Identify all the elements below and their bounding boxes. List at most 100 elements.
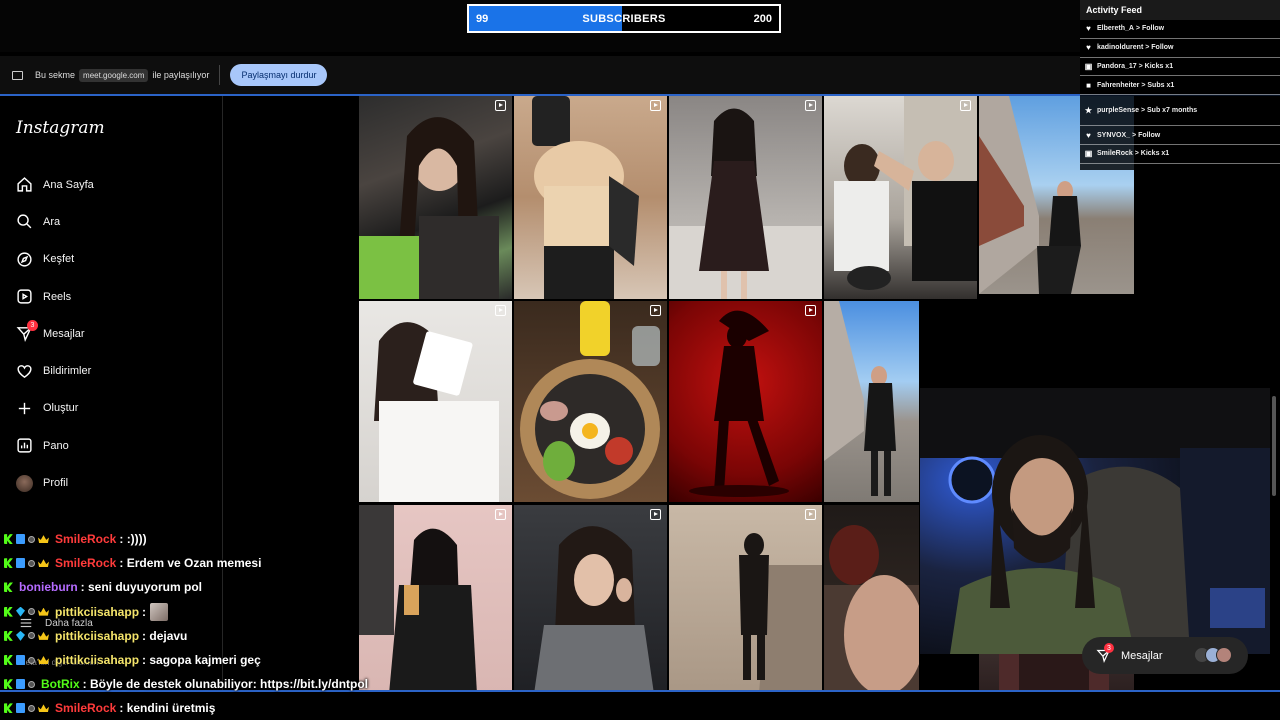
reels-icon <box>17 289 32 304</box>
post-image <box>824 301 896 496</box>
scrollbar-thumb[interactable] <box>1272 396 1276 496</box>
moderator-badge-icon <box>28 704 35 712</box>
sidebar-item-label: Oluştur <box>43 402 79 415</box>
moderator-badge-icon <box>28 608 35 616</box>
post-tile[interactable] <box>514 505 667 690</box>
chat-username[interactable]: pittikciisahapp <box>55 605 139 619</box>
sidebar-item-profile[interactable]: Profil <box>3 464 223 501</box>
activity-arrow: > <box>1130 131 1139 139</box>
chat-username[interactable]: pittikciisahapp <box>55 653 139 667</box>
messages-floating-button[interactable]: 3 Mesajlar <box>1082 637 1248 674</box>
sidebar-item-dashboard[interactable]: Pano <box>3 427 223 464</box>
chat-message: SmileRock: kendini üretmiş <box>0 696 460 720</box>
reel-icon <box>650 100 661 111</box>
activity-action: Kicks x1 <box>1144 62 1174 70</box>
kick-icon: ▣ <box>1084 61 1093 71</box>
post-tile[interactable] <box>359 96 512 299</box>
screen-share-icon <box>12 70 23 80</box>
sidebar-item-search[interactable]: Ara <box>3 203 223 240</box>
post-image <box>359 117 499 299</box>
kick-badge-icon <box>4 703 13 714</box>
sidebar-item-label: Pano <box>43 439 69 452</box>
sidebar-item-label: Ara <box>43 215 61 228</box>
post-tile[interactable] <box>669 96 822 299</box>
crown-badge-icon <box>38 607 49 616</box>
activity-feed-title: Activity Feed <box>1080 0 1280 20</box>
activity-action: Follow <box>1138 131 1161 139</box>
chat-message: pittikciisahapp: <box>0 600 460 624</box>
star-icon: ★ <box>1084 105 1093 115</box>
heart-icon <box>17 364 32 378</box>
page-scrollbar[interactable] <box>1271 96 1277 690</box>
instagram-logo[interactable]: Instagram <box>16 118 105 138</box>
activity-arrow: > <box>1139 81 1148 89</box>
reel-icon <box>650 509 661 520</box>
subscriber-current: 99 <box>476 12 489 25</box>
sidebar-item-create[interactable]: Oluştur <box>3 390 223 427</box>
activity-user: kadinoldurent <box>1097 44 1144 52</box>
sidebar-item-label: Keşfet <box>43 253 75 266</box>
post-tile[interactable] <box>824 96 977 299</box>
verified-badge-icon <box>16 558 25 569</box>
crown-badge-icon <box>38 631 49 640</box>
chat-message: SmileRock: Erdem ve Ozan memesi <box>0 551 460 575</box>
verified-badge-icon <box>16 534 25 545</box>
sidebar-item-reels[interactable]: Reels <box>3 278 223 315</box>
chat-text: : :)))) <box>119 532 147 547</box>
crown-badge-icon <box>38 559 49 568</box>
activity-feed-item: ▣ Pandora_17 > Kicks x1 <box>1080 58 1280 77</box>
activity-user: Fahrenheiter <box>1097 81 1140 89</box>
chat-username[interactable]: SmileRock <box>55 701 116 715</box>
post-image <box>374 322 499 502</box>
sidebar-item-explore[interactable]: Keşfet <box>3 241 223 278</box>
activity-user: Elbereth_A <box>1097 25 1134 33</box>
post-tile[interactable] <box>669 505 822 690</box>
post-tile[interactable] <box>359 301 512 502</box>
sidebar-nav: Ana Sayfa Ara Keşfet Reels 3 Mesajlar Bi… <box>3 166 223 502</box>
moderator-badge-icon <box>28 680 35 688</box>
chat-username[interactable]: BotRix <box>41 677 80 691</box>
activity-arrow: > <box>1136 62 1145 70</box>
post-tile[interactable] <box>514 96 667 299</box>
chat-username[interactable]: SmileRock <box>55 532 116 546</box>
post-tile[interactable] <box>824 301 919 502</box>
activity-action: Follow <box>1151 44 1174 52</box>
post-tile[interactable] <box>669 301 822 502</box>
moderator-badge-icon <box>28 535 35 543</box>
gem-badge-icon <box>16 606 25 617</box>
chat-emote <box>150 602 169 621</box>
kick-badge-icon <box>4 558 13 569</box>
activity-feed-item: ♥ Elbereth_A > Follow <box>1080 20 1280 39</box>
chat-text: : kendini üretmiş <box>119 701 216 716</box>
plus-icon <box>18 402 31 415</box>
activity-action: Subs x1 <box>1147 81 1175 89</box>
activity-user: SmileRock <box>1097 150 1133 158</box>
stop-sharing-button[interactable]: Paylaşmayı durdur <box>230 64 328 86</box>
post-tile[interactable] <box>824 505 919 690</box>
activity-arrow: > <box>1143 44 1152 52</box>
chat-username[interactable]: pittikciisahapp <box>55 629 139 643</box>
chat-text: : seni duyuyorum pol <box>80 580 203 595</box>
activity-action: Sub x7 months <box>1147 106 1198 114</box>
kick-badge-icon <box>4 630 13 641</box>
messages-pill-badge: 3 <box>1104 643 1114 653</box>
sidebar-item-home[interactable]: Ana Sayfa <box>3 166 223 203</box>
sidebar-item-messages[interactable]: 3 Mesajlar <box>3 315 223 352</box>
post-tile[interactable] <box>514 301 667 502</box>
heart-icon: ♥ <box>1086 43 1091 53</box>
crown-badge-icon <box>38 535 49 544</box>
chat-username[interactable]: bonieburn <box>19 580 78 594</box>
verified-badge-icon <box>16 703 25 714</box>
search-icon <box>17 214 32 229</box>
sidebar-item-notifications[interactable]: Bildirimler <box>3 352 223 389</box>
post-image <box>669 108 822 299</box>
chat-username[interactable]: SmileRock <box>55 556 116 570</box>
activity-user: purpleSense <box>1097 106 1140 114</box>
chat-message: SmileRock: :)))) <box>0 527 460 551</box>
heart-icon: ♥ <box>1086 24 1091 34</box>
share-suffix: ile paylaşılıyor <box>152 70 210 80</box>
activity-arrow: > <box>1133 25 1142 33</box>
subscriber-target: 200 <box>753 12 772 25</box>
share-domain: meet.google.com <box>79 68 149 82</box>
activity-feed-item: ■ Fahrenheiter > Subs x1 <box>1080 76 1280 96</box>
